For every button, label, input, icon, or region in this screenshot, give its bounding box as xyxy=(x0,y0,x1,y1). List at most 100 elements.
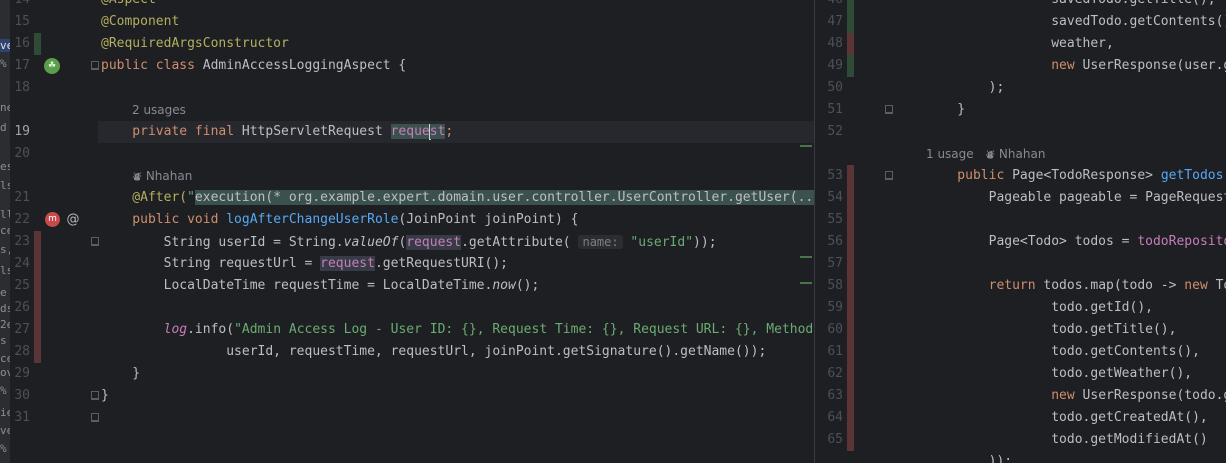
editor-left[interactable]: 14 @Aspect 15 @Component 16 @RequiredArgsCons… xyxy=(10,0,815,463)
vcs-change-marker[interactable] xyxy=(847,0,854,11)
code-line[interactable]: 51 } xyxy=(815,99,1226,121)
editor-right[interactable]: 46 savedTodo.getTitle(),47 savedTodo.get… xyxy=(815,0,1226,463)
code-line[interactable]: 46 savedTodo.getTitle(), xyxy=(815,0,1226,11)
code-text[interactable]: todo.getWeather(), xyxy=(926,363,1192,385)
code-text[interactable]: todo.getContents(), xyxy=(926,341,1200,363)
fold-toggle-icon[interactable] xyxy=(91,61,99,70)
project-tree-item-fragment[interactable]: % xyxy=(0,57,7,70)
project-tree-item-fragment[interactable]: es xyxy=(0,160,10,173)
vcs-change-marker[interactable] xyxy=(34,253,41,275)
code-line[interactable]: 14 @Aspect xyxy=(10,0,815,11)
project-tree-item-fragment[interactable]: s xyxy=(0,334,7,347)
code-line[interactable]: 1 usage ⛇ Nhahan xyxy=(815,143,1226,165)
fold-toggle-icon[interactable] xyxy=(885,105,893,114)
code-text[interactable]: )); xyxy=(926,451,1012,463)
project-tree-item-fragment[interactable]: ve xyxy=(0,424,10,437)
code-line[interactable]: 19 private final HttpServletRequest requ… xyxy=(10,121,815,143)
editor-gutter[interactable] xyxy=(815,451,895,463)
code-line[interactable]: 65 todo.getModifiedAt() xyxy=(815,429,1226,451)
code-line[interactable]: 2 usages xyxy=(10,99,815,121)
code-line[interactable]: 52 xyxy=(815,121,1226,143)
code-line[interactable]: 26 xyxy=(10,297,815,319)
code-text[interactable]: return todos.map(todo -> new TodoRe xyxy=(926,275,1226,297)
code-text[interactable]: todo.getId(), xyxy=(926,297,1153,319)
project-tree-item-fragment[interactable]: e xyxy=(0,286,7,299)
fold-toggle-icon[interactable] xyxy=(91,237,99,246)
code-line[interactable]: 63 new UserResponse(todo.getUs xyxy=(815,385,1226,407)
code-text[interactable]: @After("execution(* org.example.expert.d… xyxy=(101,187,815,209)
vcs-change-marker[interactable] xyxy=(847,363,854,385)
vcs-change-marker[interactable] xyxy=(34,275,41,297)
code-line[interactable]: 20 xyxy=(10,143,815,165)
project-tree-item-fragment[interactable]: ls xyxy=(0,264,10,277)
code-text[interactable]: new UserResponse(user.getId xyxy=(926,55,1226,77)
vcs-change-marker[interactable] xyxy=(847,231,854,253)
code-line[interactable]: )); xyxy=(815,451,1226,463)
code-line[interactable]: 57 xyxy=(815,253,1226,275)
code-text[interactable]: public Page<TodoResponse> getTodos(int xyxy=(926,165,1226,187)
editor-gutter[interactable] xyxy=(815,143,895,165)
code-text[interactable]: public void logAfterChangeUserRole(JoinP… xyxy=(101,209,578,231)
project-tree-item-fragment[interactable]: ds xyxy=(0,302,10,315)
code-line[interactable]: 29 } xyxy=(10,363,815,385)
vcs-change-marker[interactable] xyxy=(847,341,854,363)
code-text[interactable]: ); xyxy=(926,77,1005,99)
project-tree-item-fragment[interactable]: ls xyxy=(0,179,10,192)
code-text[interactable]: String userId = String.valueOf(request.g… xyxy=(101,231,717,253)
code-line[interactable]: 18 xyxy=(10,77,815,99)
code-line[interactable]: 62 todo.getWeather(), xyxy=(815,363,1226,385)
code-line[interactable]: 53 public Page<TodoResponse> getTodos(in… xyxy=(815,165,1226,187)
code-text[interactable]: todo.getTitle(), xyxy=(926,319,1176,341)
code-text[interactable]: savedTodo.getTitle(), xyxy=(926,0,1215,11)
code-text[interactable]: todo.getModifiedAt() xyxy=(926,429,1208,451)
code-text[interactable]: userId, requestTime, requestUrl, joinPoi… xyxy=(101,341,766,363)
error-stripe-mark[interactable] xyxy=(800,256,812,258)
code-text[interactable]: } xyxy=(926,99,965,121)
code-line[interactable]: 58 return todos.map(todo -> new TodoRe xyxy=(815,275,1226,297)
vcs-change-marker[interactable] xyxy=(847,429,854,451)
vcs-change-marker[interactable] xyxy=(847,275,854,297)
code-line[interactable]: 47 savedTodo.getContents(), xyxy=(815,11,1226,33)
code-line[interactable]: 31 xyxy=(10,407,815,429)
project-tree-item-fragment[interactable]: 2e xyxy=(0,318,10,331)
code-text[interactable]: @Component xyxy=(101,11,179,33)
code-line[interactable]: ⛇ Nhahan xyxy=(10,165,815,187)
code-line[interactable]: 56 Page<Todo> todos = todoRepository.f xyxy=(815,231,1226,253)
code-line[interactable]: 60 todo.getTitle(), xyxy=(815,319,1226,341)
project-tree-item-fragment[interactable]: ne xyxy=(0,101,10,114)
code-line[interactable]: 59 todo.getId(), xyxy=(815,297,1226,319)
vcs-change-marker[interactable] xyxy=(34,319,41,341)
project-tree-item-fragment[interactable]: % xyxy=(0,442,7,455)
code-text[interactable]: savedTodo.getContents(), xyxy=(926,11,1226,33)
vcs-change-marker[interactable] xyxy=(847,385,854,407)
project-tree-item-fragment[interactable]: ce xyxy=(0,224,10,237)
code-line[interactable]: 28 userId, requestTime, requestUrl, join… xyxy=(10,341,815,363)
code-line[interactable]: 24 String requestUrl = request.getReques… xyxy=(10,253,815,275)
project-tree-item-fragment[interactable]: s, xyxy=(0,243,10,256)
vcs-change-marker[interactable] xyxy=(847,55,854,77)
error-stripe-mark[interactable] xyxy=(800,282,812,284)
vcs-change-marker[interactable] xyxy=(847,253,854,275)
vcs-change-marker[interactable] xyxy=(34,297,41,319)
code-line[interactable]: 16 @RequiredArgsConstructor xyxy=(10,33,815,55)
spring-bean-icon[interactable]: ☘ xyxy=(44,58,60,74)
code-line[interactable]: 23 String userId = String.valueOf(reques… xyxy=(10,231,815,253)
code-text[interactable]: @RequiredArgsConstructor xyxy=(101,33,289,55)
code-line[interactable]: 25 LocalDateTime requestTime = LocalDate… xyxy=(10,275,815,297)
error-stripe-mark[interactable] xyxy=(800,145,812,147)
code-line[interactable]: 17 ☘ public class AdminAccessLoggingAspect… xyxy=(10,55,815,77)
code-line[interactable]: 54 Pageable pageable = PageRequest.of( xyxy=(815,187,1226,209)
code-text[interactable]: Pageable pageable = PageRequest.of( xyxy=(926,187,1226,209)
vcs-change-marker[interactable] xyxy=(847,209,854,231)
code-line[interactable]: 30} xyxy=(10,385,815,407)
code-line[interactable]: 21 @After("execution(* org.example.exper… xyxy=(10,187,815,209)
project-tree-item-fragment[interactable]: ll xyxy=(0,208,10,221)
fold-toggle-icon[interactable] xyxy=(885,171,893,180)
code-text[interactable]: todo.getCreatedAt(), xyxy=(926,407,1208,429)
project-tool-window-edge[interactable]: ve%nedeslsllces,lseds2esceov%ieve% xyxy=(0,0,10,463)
code-line[interactable]: 50 ); xyxy=(815,77,1226,99)
vcs-change-marker[interactable] xyxy=(847,297,854,319)
project-tree-item-fragment[interactable]: d xyxy=(0,121,7,134)
code-text[interactable]: LocalDateTime requestTime = LocalDateTim… xyxy=(101,275,540,297)
code-line[interactable]: 22 m @ public void logAfterChangeUserRole(… xyxy=(10,209,815,231)
